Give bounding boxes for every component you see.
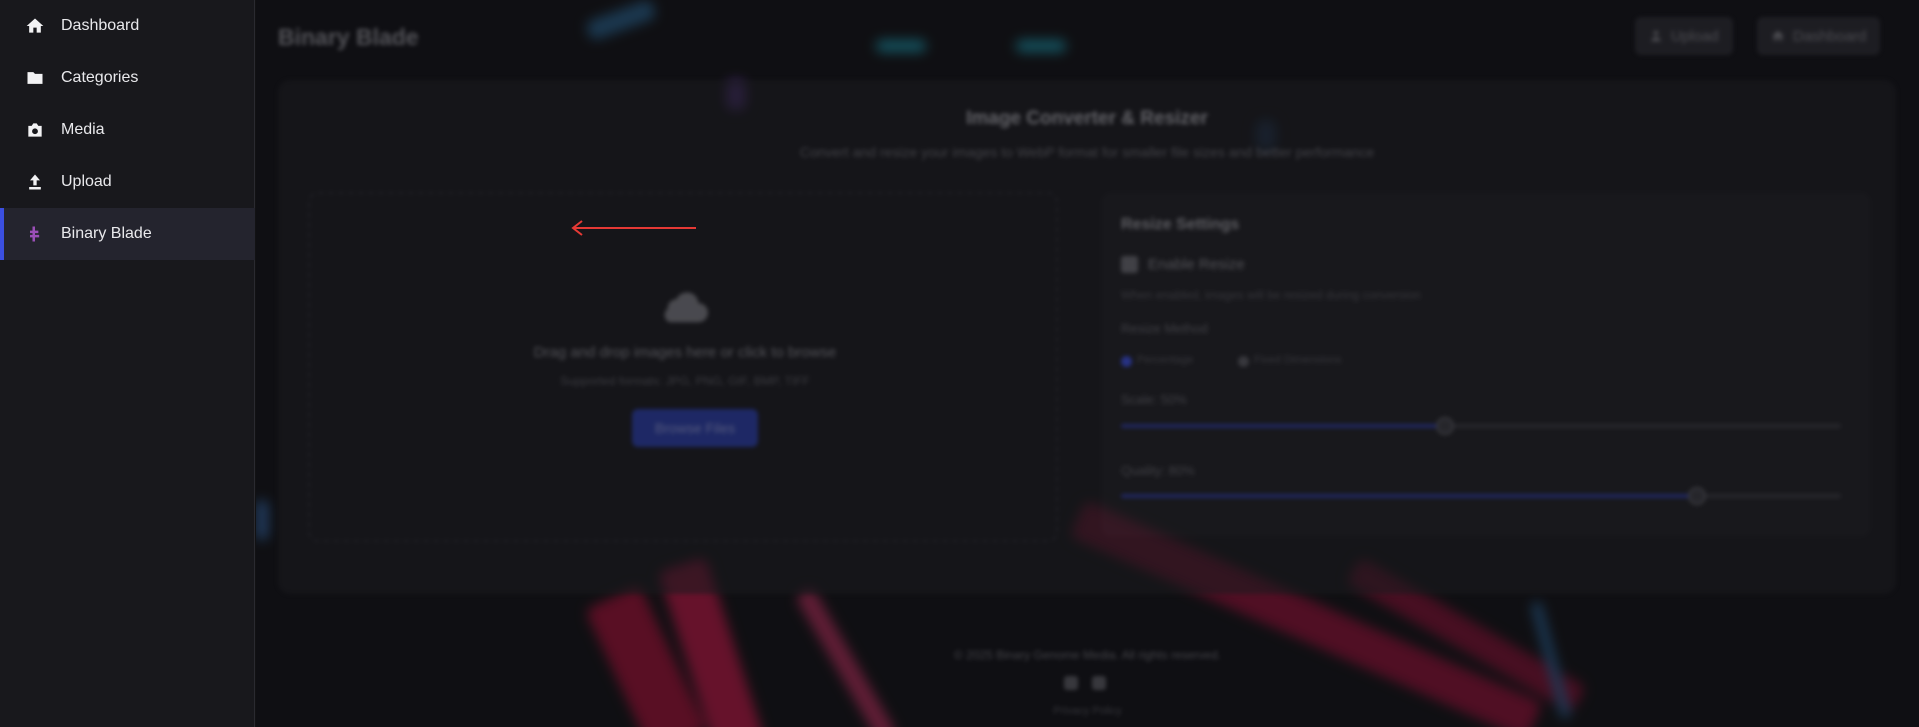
sidebar-item-dashboard[interactable]: Dashboard xyxy=(0,0,255,52)
sidebar-item-label: Dashboard xyxy=(61,17,140,34)
binary-blade-icon xyxy=(24,223,46,245)
dashboard-button-label: Dashboard xyxy=(1793,27,1867,45)
enable-resize-checkbox[interactable] xyxy=(1121,256,1138,273)
main-content: Binary Blade Upload Dashboard Image Conv… xyxy=(256,0,1919,727)
sidebar-item-label: Upload xyxy=(61,173,112,190)
upload-button[interactable]: Upload xyxy=(1635,17,1733,55)
resize-settings-panel: Resize Settings Enable Resize When enabl… xyxy=(1101,192,1871,537)
percentage-radio-label: Percentage xyxy=(1137,354,1194,366)
converter-card: Image Converter & Resizer Convert and re… xyxy=(278,80,1896,594)
sidebar-item-label: Media xyxy=(61,121,105,138)
browse-files-button[interactable]: Browse Files xyxy=(632,409,758,447)
footer-social-icons xyxy=(1064,676,1106,690)
quality-slider-thumb[interactable] xyxy=(1688,487,1706,505)
fixed-dimensions-radio-label: Fixed Dimensions xyxy=(1254,354,1342,366)
footer-link[interactable]: Privacy Policy xyxy=(256,705,1919,717)
resize-note: When enabled, images will be resized dur… xyxy=(1121,288,1421,302)
folder-icon xyxy=(24,67,46,89)
upload-icon xyxy=(24,171,46,193)
social-icon[interactable] xyxy=(1092,676,1106,690)
page-title: Binary Blade xyxy=(278,24,419,50)
scale-slider-fill xyxy=(1121,424,1445,428)
red-arrow-annotation xyxy=(571,220,696,236)
home-icon xyxy=(24,15,46,37)
resize-method-label: Resize Method xyxy=(1121,321,1208,336)
percentage-radio[interactable] xyxy=(1121,356,1132,367)
cloud-upload-icon xyxy=(662,289,708,323)
sidebar-item-upload[interactable]: Upload xyxy=(0,156,255,208)
scale-label: Scale: 50% xyxy=(1121,392,1187,407)
sidebar-item-binary-blade[interactable]: Binary Blade xyxy=(0,208,255,260)
resize-settings-title: Resize Settings xyxy=(1121,216,1240,233)
user-icon xyxy=(1651,30,1661,42)
quality-slider-fill xyxy=(1121,494,1697,498)
camera-icon xyxy=(24,119,46,141)
fixed-dimensions-radio[interactable] xyxy=(1238,356,1249,367)
sidebar-item-label: Binary Blade xyxy=(61,225,152,242)
upload-button-label: Upload xyxy=(1671,27,1719,45)
converter-title: Image Converter & Resizer xyxy=(966,108,1208,129)
sidebar-item-categories[interactable]: Categories xyxy=(0,52,255,104)
home-icon xyxy=(1772,30,1784,41)
quality-slider[interactable] xyxy=(1121,487,1841,505)
social-icon[interactable] xyxy=(1064,676,1078,690)
drop-zone-text: Drag and drop images here or click to br… xyxy=(533,344,837,361)
sidebar-item-media[interactable]: Media xyxy=(0,104,255,156)
converter-subtitle: Convert and resize your images to WebP f… xyxy=(799,144,1375,160)
sidebar-item-label: Categories xyxy=(61,69,139,86)
footer-copyright: © 2025 Binary Genome Media. All rights r… xyxy=(954,648,1221,662)
blurred-page: Binary Blade Upload Dashboard Image Conv… xyxy=(256,0,1919,727)
sidebar: Dashboard Categories Media Upload Binary… xyxy=(0,0,255,727)
quality-label: Quality: 80% xyxy=(1121,463,1195,478)
dashboard-button[interactable]: Dashboard xyxy=(1757,17,1881,55)
scale-slider[interactable] xyxy=(1121,417,1841,435)
enable-resize-label: Enable Resize xyxy=(1148,256,1245,273)
drop-zone[interactable]: Drag and drop images here or click to br… xyxy=(308,192,1058,542)
supported-formats: Supported formats: JPG, PNG, GIF, BMP, T… xyxy=(560,374,810,388)
scale-slider-thumb[interactable] xyxy=(1436,417,1454,435)
